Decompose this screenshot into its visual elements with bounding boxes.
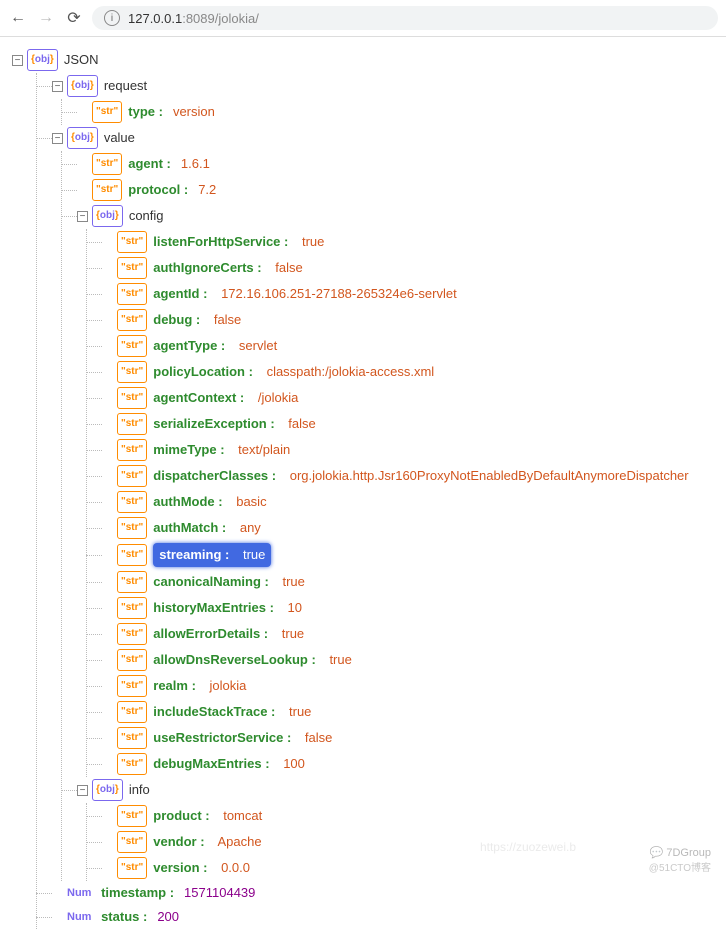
- str-row[interactable]: "str"historyMaxEntries : 10: [87, 595, 714, 621]
- str-row[interactable]: "str"agentContext : /jolokia: [87, 385, 714, 411]
- forward-button[interactable]: →: [36, 8, 56, 28]
- obj-badge: obj: [67, 127, 98, 149]
- str-badge: "str": [117, 387, 147, 409]
- str-badge: "str": [117, 413, 147, 435]
- str-row[interactable]: "str"mimeType : text/plain: [87, 437, 714, 463]
- str-row[interactable]: "str"debug : false: [87, 307, 714, 333]
- str-row[interactable]: "str"streaming : true: [87, 541, 714, 569]
- config-node[interactable]: − obj config: [62, 203, 714, 229]
- str-row[interactable]: "str"authIgnoreCerts : false: [87, 255, 714, 281]
- str-badge: "str": [117, 623, 147, 645]
- str-row[interactable]: "str"canonicalNaming : true: [87, 569, 714, 595]
- num-badge: Num: [67, 907, 91, 927]
- info-node[interactable]: − obj info: [62, 777, 714, 803]
- address-bar[interactable]: i 127.0.0.1:8089/jolokia/: [92, 6, 718, 30]
- str-badge: "str": [117, 361, 147, 383]
- str-badge: "str": [117, 571, 147, 593]
- str-badge: "str": [117, 857, 147, 879]
- str-badge: "str": [117, 544, 147, 566]
- str-row[interactable]: "str"policyLocation : classpath:/jolokia…: [87, 359, 714, 385]
- str-row[interactable]: "str"version : 0.0.0: [87, 855, 714, 881]
- str-row[interactable]: "str"authMode : basic: [87, 489, 714, 515]
- collapse-icon[interactable]: −: [77, 785, 88, 796]
- json-tree: − obj JSON − obj request "str" type : ve…: [0, 37, 726, 939]
- str-row[interactable]: "str"allowDnsReverseLookup : true: [87, 647, 714, 673]
- root-node[interactable]: − obj JSON: [12, 47, 714, 73]
- str-badge: "str": [117, 439, 147, 461]
- str-badge: "str": [92, 179, 122, 201]
- str-row[interactable]: "str"includeStackTrace : true: [87, 699, 714, 725]
- str-row[interactable]: "str"agentType : servlet: [87, 333, 714, 359]
- str-badge: "str": [117, 517, 147, 539]
- str-badge: "str": [117, 753, 147, 775]
- str-row[interactable]: "str"listenForHttpService : true: [87, 229, 714, 255]
- str-badge: "str": [117, 701, 147, 723]
- obj-badge: obj: [92, 779, 123, 801]
- collapse-icon[interactable]: −: [52, 133, 63, 144]
- str-row[interactable]: "str"realm : jolokia: [87, 673, 714, 699]
- str-badge: "str": [117, 257, 147, 279]
- str-badge: "str": [117, 831, 147, 853]
- browser-toolbar: ← → ⟳ i 127.0.0.1:8089/jolokia/: [0, 0, 726, 37]
- str-row[interactable]: "str" agent : 1.6.1: [62, 151, 714, 177]
- str-row[interactable]: "str"vendor : Apache: [87, 829, 714, 855]
- str-row[interactable]: "str"authMatch : any: [87, 515, 714, 541]
- obj-badge: obj: [92, 205, 123, 227]
- str-badge: "str": [117, 283, 147, 305]
- watermark-url: https://zuozewei.b: [480, 840, 576, 854]
- str-row[interactable]: "str"debugMaxEntries : 100: [87, 751, 714, 777]
- str-row[interactable]: "str" protocol : 7.2: [62, 177, 714, 203]
- collapse-icon[interactable]: −: [12, 55, 23, 66]
- str-row[interactable]: "str"agentId : 172.16.106.251-27188-2653…: [87, 281, 714, 307]
- num-row[interactable]: Num timestamp : 1571104439: [37, 881, 714, 905]
- str-badge: "str": [117, 231, 147, 253]
- str-badge: "str": [117, 805, 147, 827]
- num-row[interactable]: Num status : 200: [37, 905, 714, 929]
- str-row[interactable]: "str"product : tomcat: [87, 803, 714, 829]
- str-row[interactable]: "str" type : version: [62, 99, 714, 125]
- info-icon[interactable]: i: [104, 10, 120, 26]
- str-badge: "str": [117, 465, 147, 487]
- collapse-icon[interactable]: −: [77, 211, 88, 222]
- str-row[interactable]: "str"useRestrictorService : false: [87, 725, 714, 751]
- str-row[interactable]: "str"serializeException : false: [87, 411, 714, 437]
- str-badge: "str": [117, 491, 147, 513]
- str-badge: "str": [117, 727, 147, 749]
- str-badge: "str": [117, 597, 147, 619]
- num-badge: Num: [67, 883, 91, 903]
- str-badge: "str": [117, 335, 147, 357]
- str-badge: "str": [117, 309, 147, 331]
- obj-badge: obj: [67, 75, 98, 97]
- str-badge: "str": [117, 649, 147, 671]
- str-row[interactable]: "str"dispatcherClasses : org.jolokia.htt…: [87, 463, 714, 489]
- str-badge: "str": [92, 101, 122, 123]
- reload-button[interactable]: ⟳: [64, 8, 84, 28]
- value-node[interactable]: − obj value: [37, 125, 714, 151]
- str-row[interactable]: "str"allowErrorDetails : true: [87, 621, 714, 647]
- obj-badge: obj: [27, 49, 58, 71]
- url-text: 127.0.0.1:8089/jolokia/: [128, 11, 259, 26]
- watermark: 💬 7DGroup @51CTO博客: [649, 846, 711, 874]
- back-button[interactable]: ←: [8, 8, 28, 28]
- collapse-icon[interactable]: −: [52, 81, 63, 92]
- str-badge: "str": [117, 675, 147, 697]
- request-node[interactable]: − obj request: [37, 73, 714, 99]
- str-badge: "str": [92, 153, 122, 175]
